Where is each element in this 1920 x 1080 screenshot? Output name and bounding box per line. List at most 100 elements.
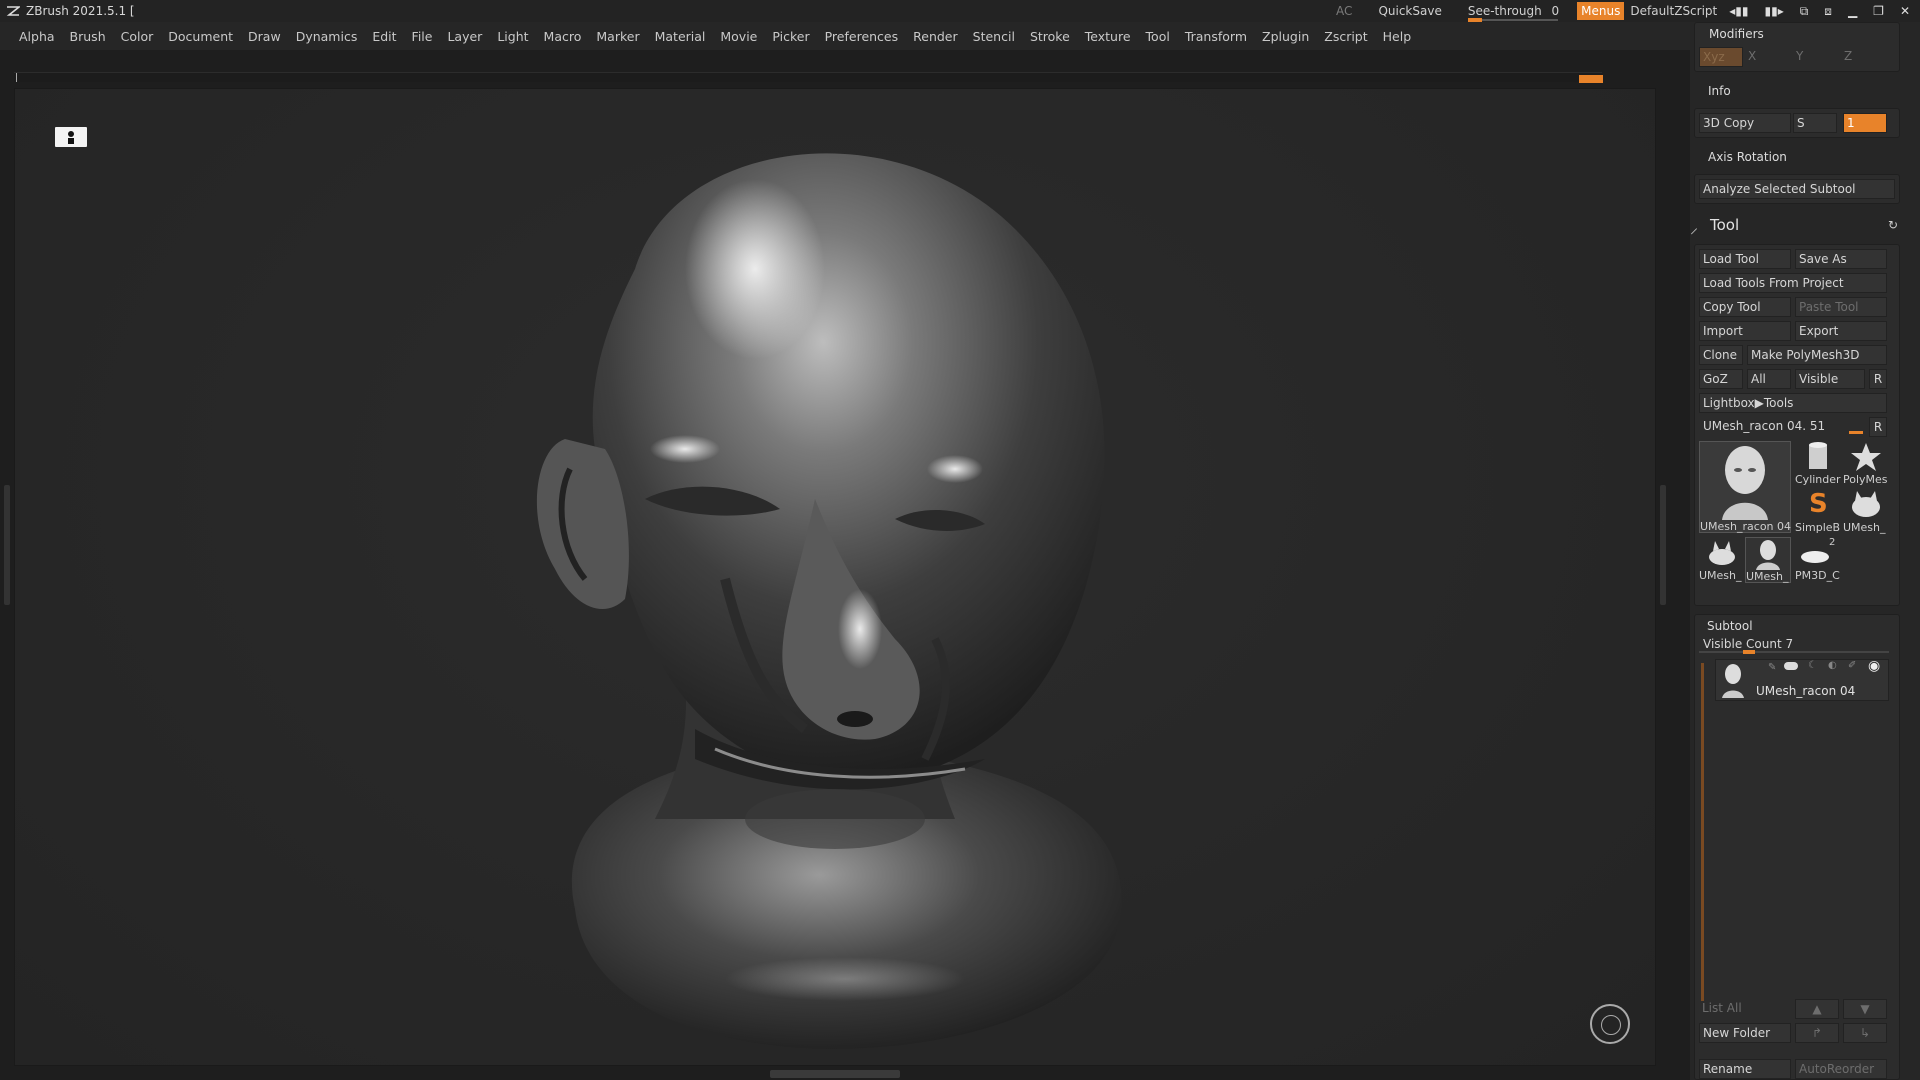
see-through-slider[interactable]: See-through 0 [1467, 4, 1559, 22]
folder-arrow-down-icon[interactable]: ↳ [1843, 1023, 1887, 1043]
default-zscript-button[interactable]: DefaultZScript [1630, 4, 1717, 18]
axis-y-button[interactable]: Y [1793, 47, 1839, 67]
menu-stroke[interactable]: Stroke [1030, 29, 1070, 44]
menu-zplugin[interactable]: Zplugin [1262, 29, 1309, 44]
restore-icon[interactable]: ❐ [1873, 4, 1884, 18]
right-tray-handle[interactable] [1660, 485, 1666, 605]
menu-marker[interactable]: Marker [596, 29, 639, 44]
make-polymesh3d-button[interactable]: Make PolyMesh3D [1747, 345, 1887, 365]
list-all-button[interactable]: List All [1699, 999, 1791, 1019]
3d-copy-value-input[interactable]: 1 [1843, 113, 1887, 133]
goz-r-button[interactable]: R [1869, 369, 1887, 389]
subtool-scrollbar[interactable] [1701, 663, 1704, 1001]
axis-x-button[interactable]: X [1745, 47, 1791, 67]
menu-material[interactable]: Material [655, 29, 706, 44]
tool-thumb-umesh2[interactable]: UMesh_ [1843, 489, 1889, 535]
tool-refresh-icon[interactable]: ↻ [1888, 218, 1898, 232]
move-up-button[interactable]: ▲ [1795, 999, 1839, 1019]
goz-all-button[interactable]: All [1747, 369, 1791, 389]
subtool-title[interactable]: Subtool [1707, 619, 1753, 633]
quicksave-button[interactable]: QuickSave [1378, 4, 1441, 18]
subtool-pen-icon[interactable]: ✐ [1848, 660, 1856, 671]
rename-button[interactable]: Rename [1699, 1059, 1791, 1079]
tool-thumb-umesh3[interactable]: UMesh_ [1699, 537, 1745, 583]
menu-alpha[interactable]: Alpha [19, 29, 55, 44]
folder-arrow-right-icon[interactable]: ↱ [1795, 1023, 1839, 1043]
menu-layer[interactable]: Layer [447, 29, 482, 44]
load-tool-button[interactable]: Load Tool [1699, 249, 1791, 269]
subtool-item[interactable]: ✎ ☾ ◐ ✐ ◉ UMesh_racon 04 [1715, 658, 1889, 701]
info-label[interactable]: Info [1708, 84, 1731, 98]
load-tools-from-project-button[interactable]: Load Tools From Project [1699, 273, 1887, 293]
menu-stencil[interactable]: Stencil [973, 29, 1015, 44]
lightbox-tools-button[interactable]: Lightbox▶Tools [1699, 393, 1887, 413]
axis-rotation-label[interactable]: Axis Rotation [1708, 150, 1787, 164]
analyze-subtool-button[interactable]: Analyze Selected Subtool [1699, 179, 1895, 199]
goz-visible-button[interactable]: Visible [1795, 369, 1865, 389]
axis-z-button[interactable]: Z [1841, 47, 1887, 67]
subtool-moon-icon[interactable]: ☾ [1808, 660, 1817, 671]
tool-pin-icon[interactable]: ⸝ [1690, 216, 1698, 238]
layout-next-icon[interactable]: ▮▮▸ [1764, 4, 1783, 18]
import-button[interactable]: Import [1699, 321, 1791, 341]
export-button[interactable]: Export [1795, 321, 1887, 341]
current-tool-r-button[interactable]: R [1869, 417, 1887, 437]
menu-color[interactable]: Color [121, 29, 154, 44]
close-icon[interactable]: ✕ [1900, 4, 1910, 18]
subtool-dot-icon[interactable]: ◐ [1828, 660, 1837, 671]
menu-help[interactable]: Help [1383, 29, 1412, 44]
viewport-canvas[interactable] [14, 88, 1656, 1066]
new-folder-button[interactable]: New Folder [1699, 1023, 1791, 1043]
menu-transform[interactable]: Transform [1185, 29, 1247, 44]
menu-texture[interactable]: Texture [1085, 29, 1131, 44]
menu-render[interactable]: Render [913, 29, 958, 44]
tool-thumb-pm3d[interactable]: 2 PM3D_C [1795, 537, 1841, 583]
bottom-tray-handle[interactable] [770, 1070, 900, 1078]
menu-macro[interactable]: Macro [544, 29, 582, 44]
tool-thumb-main[interactable]: UMesh_racon 04 [1699, 441, 1791, 533]
floor-perspective-icon[interactable] [55, 127, 87, 147]
menu-file[interactable]: File [412, 29, 433, 44]
minimize-icon[interactable]: ▁ [1848, 4, 1857, 18]
subtool-brush-icon[interactable]: ✎ [1768, 662, 1776, 673]
menu-draw[interactable]: Draw [248, 29, 281, 44]
move-down-button[interactable]: ▼ [1843, 999, 1887, 1019]
layout-toggle-icon[interactable]: ⧈ [1824, 4, 1832, 19]
ac-toggle[interactable]: AC [1336, 4, 1352, 18]
menu-tool[interactable]: Tool [1146, 29, 1170, 44]
tool-thumb-simpleb[interactable]: S SimpleB [1795, 489, 1841, 535]
paste-tool-button[interactable]: Paste Tool [1795, 297, 1887, 317]
tool-thumb-cylinder[interactable]: Cylinder [1795, 441, 1841, 487]
current-tool-slider[interactable]: UMesh_racon 04. 51 [1699, 417, 1863, 437]
layout-prev-icon[interactable]: ◂▮▮ [1729, 4, 1748, 18]
axis-xyz-button[interactable]: Xyz [1699, 47, 1743, 67]
menu-zscript[interactable]: Zscript [1324, 29, 1367, 44]
tool-title[interactable]: Tool [1710, 216, 1739, 234]
clone-button[interactable]: Clone [1699, 345, 1743, 365]
copy-tool-button[interactable]: Copy Tool [1699, 297, 1791, 317]
layout-swap-icon[interactable]: ⧉ [1800, 4, 1809, 19]
save-as-button[interactable]: Save As [1795, 249, 1887, 269]
menu-dynamics[interactable]: Dynamics [296, 29, 358, 44]
timeline-strip[interactable] [14, 72, 1603, 83]
tool-thumb-polymesh[interactable]: PolyMes [1843, 441, 1889, 487]
visible-count-slider[interactable]: Visible Count 7 [1699, 635, 1889, 654]
menu-document[interactable]: Document [168, 29, 233, 44]
subtool-toggle-icon[interactable] [1784, 662, 1798, 670]
autoreorder-button[interactable]: AutoReorder [1795, 1059, 1887, 1079]
3d-copy-button[interactable]: 3D Copy [1699, 113, 1791, 133]
3d-copy-s-button[interactable]: S [1793, 113, 1837, 133]
timeline-marker[interactable] [1579, 75, 1603, 83]
tool-thumb-umesh4[interactable]: UMesh_ [1745, 537, 1791, 583]
menu-edit[interactable]: Edit [372, 29, 396, 44]
left-tray-handle[interactable] [4, 485, 10, 605]
menus-toggle[interactable]: Menus [1577, 2, 1625, 20]
menu-movie[interactable]: Movie [720, 29, 757, 44]
menu-picker[interactable]: Picker [772, 29, 809, 44]
menu-brush[interactable]: Brush [70, 29, 106, 44]
gyro-navigation-icon[interactable] [1590, 1004, 1630, 1044]
menu-light[interactable]: Light [497, 29, 528, 44]
goz-button[interactable]: GoZ [1699, 369, 1743, 389]
menu-preferences[interactable]: Preferences [825, 29, 899, 44]
subtool-visibility-eye-icon[interactable]: ◉ [1868, 658, 1880, 674]
